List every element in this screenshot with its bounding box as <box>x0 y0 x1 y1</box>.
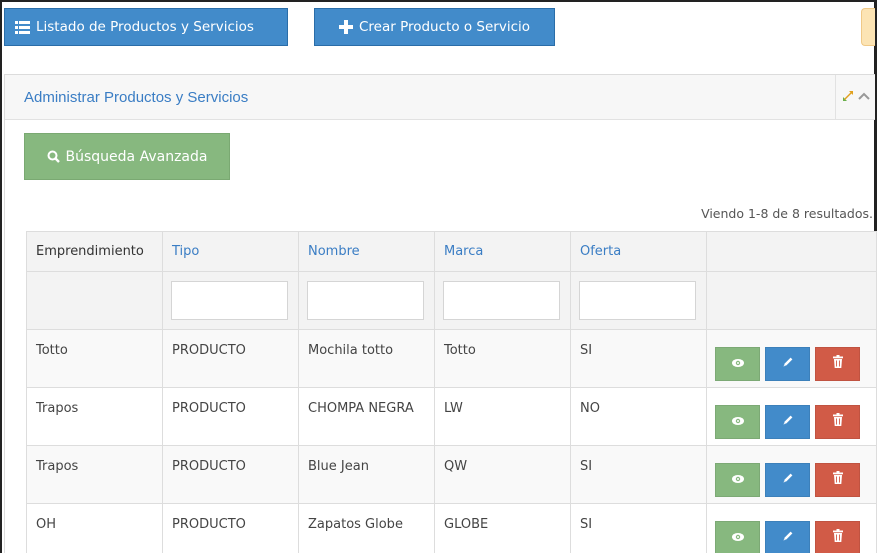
list-products-label: Listado de Productos y Servicios <box>36 19 254 35</box>
edit-button[interactable] <box>765 462 810 497</box>
trash-icon <box>832 529 843 546</box>
cell-nombre: CHOMPA NEGRA <box>298 387 435 446</box>
cell-emprendimiento: Trapos <box>26 445 163 504</box>
list-icon <box>15 20 30 34</box>
cell-marca: Totto <box>434 329 571 388</box>
cell-actions <box>706 387 877 446</box>
panel-tools <box>835 75 875 120</box>
cell-marca: LW <box>434 387 571 446</box>
column-header-emprendimiento: Emprendimiento <box>26 231 163 272</box>
filter-nombre-input[interactable] <box>307 281 424 320</box>
edit-button[interactable] <box>765 404 810 439</box>
create-product-label: Crear Producto o Servicio <box>358 19 531 35</box>
filter-cell-nombre <box>298 271 435 330</box>
cell-actions <box>706 503 877 553</box>
filter-row <box>26 271 877 330</box>
pencil-icon <box>782 414 794 430</box>
table-row: Totto PRODUCTO Mochila totto Totto SI <box>26 329 877 388</box>
advanced-search-button[interactable]: Búsqueda Avanzada <box>24 133 230 180</box>
trash-icon <box>832 355 843 372</box>
cell-emprendimiento: OH <box>26 503 163 553</box>
delete-button[interactable] <box>815 346 860 381</box>
products-panel: Administrar Productos y Servicios Búsque… <box>4 74 877 553</box>
eye-icon <box>731 356 744 371</box>
top-toolbar: Listado de Productos y Servicios Crear P… <box>0 2 877 52</box>
table-row: Trapos PRODUCTO Blue Jean QW SI <box>26 445 877 504</box>
filter-marca-input[interactable] <box>443 281 560 320</box>
cell-oferta: SI <box>570 503 707 553</box>
delete-button[interactable] <box>815 462 860 497</box>
filter-oferta-input[interactable] <box>579 281 696 320</box>
search-icon <box>47 150 60 163</box>
cell-nombre: Mochila totto <box>298 329 435 388</box>
edit-button[interactable] <box>765 346 810 381</box>
column-header-tipo[interactable]: Tipo <box>162 231 299 272</box>
pencil-icon <box>782 356 794 372</box>
view-button[interactable] <box>715 462 760 497</box>
products-table: Emprendimiento Tipo Nombre Marca Oferta … <box>26 231 877 553</box>
cell-tipo: PRODUCTO <box>162 445 299 504</box>
cell-nombre: Zapatos Globe <box>298 503 435 553</box>
delete-button[interactable] <box>815 404 860 439</box>
filter-tipo-input[interactable] <box>171 281 288 320</box>
eye-icon <box>731 472 744 487</box>
cell-marca: QW <box>434 445 571 504</box>
table-row: OH PRODUCTO Zapatos Globe GLOBE SI <box>26 503 877 553</box>
advanced-search-label: Búsqueda Avanzada <box>65 148 208 165</box>
cell-actions <box>706 329 877 388</box>
cell-tipo: PRODUCTO <box>162 329 299 388</box>
pencil-icon <box>782 530 794 546</box>
table-row: Trapos PRODUCTO CHOMPA NEGRA LW NO <box>26 387 877 446</box>
cell-actions <box>706 445 877 504</box>
column-header-oferta[interactable]: Oferta <box>570 231 707 272</box>
column-header-nombre[interactable]: Nombre <box>298 231 435 272</box>
filter-cell-tipo <box>162 271 299 330</box>
cell-oferta: SI <box>570 445 707 504</box>
cell-oferta: NO <box>570 387 707 446</box>
notification-tab[interactable] <box>861 8 875 46</box>
eye-icon <box>731 414 744 429</box>
edit-button[interactable] <box>765 520 810 553</box>
cell-tipo: PRODUCTO <box>162 503 299 553</box>
cell-emprendimiento: Trapos <box>26 387 163 446</box>
cell-nombre: Blue Jean <box>298 445 435 504</box>
plus-icon <box>338 20 353 34</box>
results-summary: Viendo 1-8 de 8 resultados. <box>701 206 873 221</box>
list-products-button[interactable]: Listado de Productos y Servicios <box>4 8 288 46</box>
filter-cell-oferta <box>570 271 707 330</box>
eye-icon <box>731 530 744 545</box>
column-header-actions <box>706 231 877 272</box>
expand-icon[interactable] <box>842 90 854 106</box>
cell-tipo: PRODUCTO <box>162 387 299 446</box>
chevron-up-icon[interactable] <box>857 90 870 105</box>
column-header-marca[interactable]: Marca <box>434 231 571 272</box>
panel-header: Administrar Productos y Servicios <box>5 75 875 120</box>
trash-icon <box>832 413 843 430</box>
pencil-icon <box>782 472 794 488</box>
cell-oferta: SI <box>570 329 707 388</box>
view-button[interactable] <box>715 520 760 553</box>
table-header-row: Emprendimiento Tipo Nombre Marca Oferta <box>26 231 877 272</box>
panel-title: Administrar Productos y Servicios <box>24 88 249 106</box>
view-button[interactable] <box>715 346 760 381</box>
filter-cell-marca <box>434 271 571 330</box>
delete-button[interactable] <box>815 520 860 553</box>
cell-marca: GLOBE <box>434 503 571 553</box>
trash-icon <box>832 471 843 488</box>
cell-emprendimiento: Totto <box>26 329 163 388</box>
create-product-button[interactable]: Crear Producto o Servicio <box>314 8 555 46</box>
view-button[interactable] <box>715 404 760 439</box>
filter-cell-actions <box>706 271 877 330</box>
filter-cell-empty <box>26 271 163 330</box>
